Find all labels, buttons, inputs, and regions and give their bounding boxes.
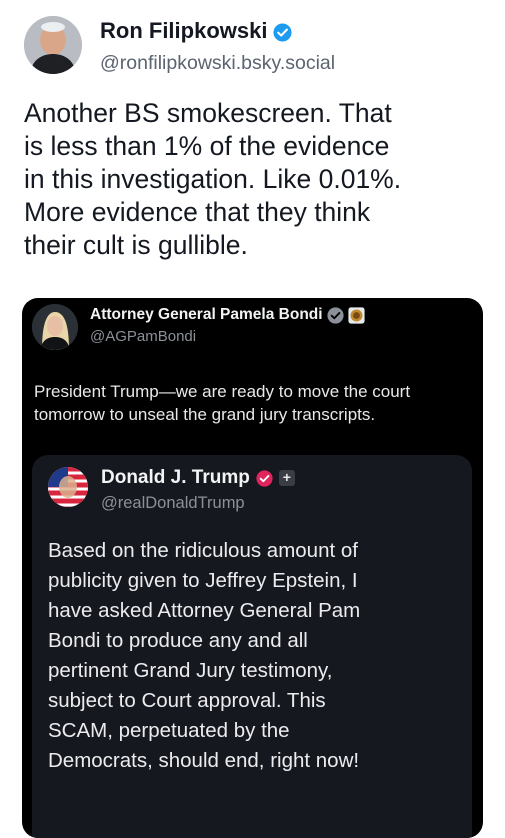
nested-text-line: Based on the ridiculous amount of (48, 539, 358, 562)
post-text-line: in this investigation. Like 0.01%. (24, 164, 402, 194)
quoted-author-handle[interactable]: @AGPamBondi (90, 328, 196, 345)
quoted-author-avatar[interactable] (32, 304, 78, 350)
nested-text-line: Bondi to produce any and all (48, 629, 308, 652)
nested-author-avatar[interactable] (48, 467, 88, 507)
nested-text-line: publicity given to Jeffrey Epstein, I (48, 569, 358, 592)
quoted-author-name-label: Attorney General Pamela Bondi (90, 306, 323, 323)
post-header: Ron Filipkowski @ronfilipkowski.bsky.soc… (24, 14, 494, 78)
quoted-post-text: President Trump—we are ready to move the… (34, 380, 474, 426)
avatar[interactable] (24, 16, 82, 74)
author-name-label: Ron Filipkowski (100, 18, 268, 43)
post-text-line: their cult is gullible. (24, 230, 248, 260)
nested-post-text: Based on the ridiculous amount of public… (48, 536, 468, 776)
government-seal-icon (347, 306, 365, 324)
nested-author-name-label: Donald J. Trump (101, 467, 250, 488)
nested-text-line: subject to Court approval. This (48, 689, 326, 712)
nested-author-name[interactable]: Donald J. Trump + (101, 467, 295, 489)
author-handle[interactable]: @ronfilipkowski.bsky.social (100, 52, 335, 75)
nested-text-line: have asked Attorney General Pam (48, 599, 361, 622)
nested-quoted-post-card[interactable]: Donald J. Trump + @realDonaldTrump Based… (32, 455, 472, 838)
post-text-line: Another BS smokescreen. That (24, 98, 392, 128)
post-text: Another BS smokescreen. That is less tha… (24, 97, 489, 262)
quoted-post-card[interactable]: Attorney General Pamela Bondi @AGPamBond… (22, 298, 483, 838)
nested-text-line: Democrats, should end, right now! (48, 749, 360, 772)
author-name[interactable]: Ron Filipkowski (100, 18, 292, 44)
verified-pink-icon (256, 469, 273, 487)
quoted-author-name[interactable]: Attorney General Pamela Bondi (90, 306, 365, 324)
plus-badge-icon: + (278, 470, 295, 486)
nested-text-line: pertinent Grand Jury testimony, (48, 659, 333, 682)
verified-badge-icon (273, 22, 292, 42)
post-text-line: is less than 1% of the evidence (24, 131, 390, 161)
nested-text-line: SCAM, perpetuated by the (48, 719, 290, 742)
quoted-text-line: President Trump—we are ready to move the… (34, 382, 411, 401)
quoted-text-line: tomorrow to unseal the grand jury transc… (34, 405, 376, 424)
nested-author-handle[interactable]: @realDonaldTrump (101, 494, 245, 513)
verified-gray-icon (326, 306, 344, 324)
post-text-line: More evidence that they think (24, 197, 371, 227)
